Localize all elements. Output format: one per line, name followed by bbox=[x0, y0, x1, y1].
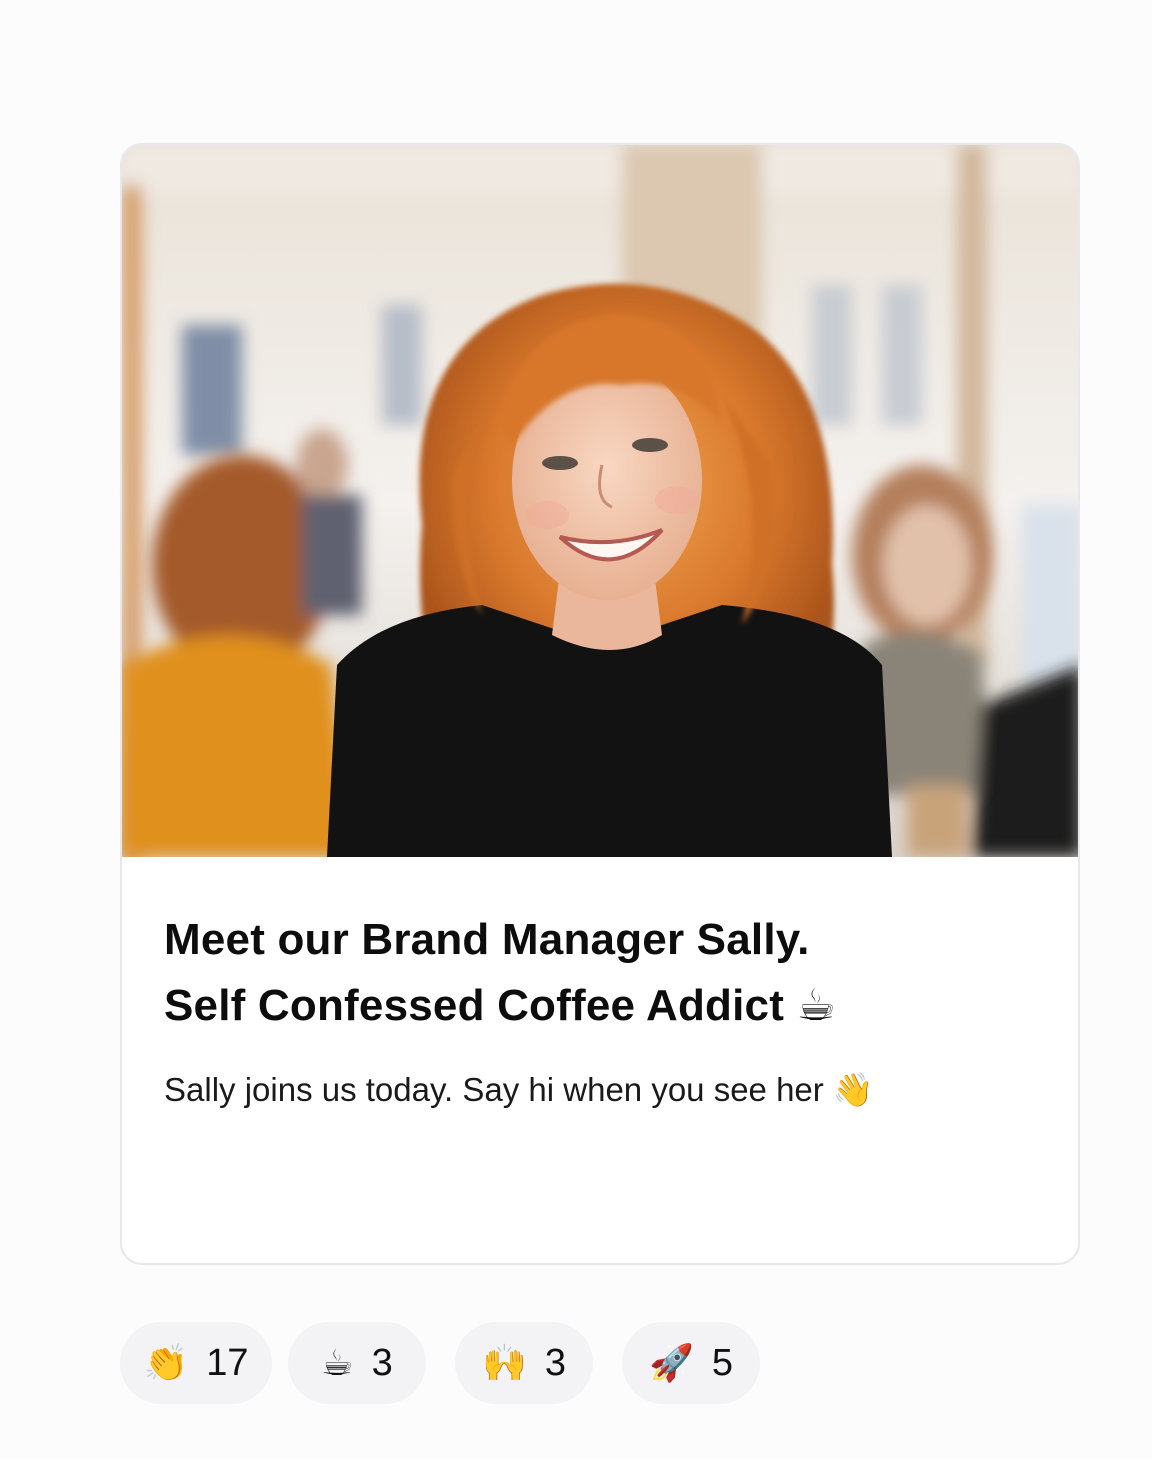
reaction-raising-hands-button[interactable]: 🙌 3 bbox=[455, 1322, 593, 1404]
reaction-rocket-button[interactable]: 🚀 5 bbox=[622, 1322, 760, 1404]
clapping-hands-icon: 👏 bbox=[143, 1342, 189, 1383]
reaction-count: 17 bbox=[206, 1341, 249, 1384]
reaction-count: 3 bbox=[371, 1341, 393, 1384]
cafe-portrait-image bbox=[122, 145, 1078, 857]
reaction-count: 5 bbox=[711, 1341, 733, 1384]
post-card: Meet our Brand Manager Sally. Self Confe… bbox=[120, 143, 1080, 1265]
post-description: Sally joins us today. Say hi when you se… bbox=[164, 1071, 875, 1108]
rocket-icon: 🚀 bbox=[649, 1342, 694, 1383]
reaction-coffee-button[interactable]: ☕ 3 bbox=[288, 1322, 426, 1404]
post-title-line-1: Meet our Brand Manager Sally. bbox=[164, 915, 810, 964]
coffee-icon: ☕ bbox=[321, 1342, 354, 1383]
reaction-count: 3 bbox=[544, 1341, 566, 1384]
post-photo bbox=[122, 145, 1078, 857]
reaction-clap-button[interactable]: 👏 17 bbox=[120, 1322, 272, 1404]
post-title: Meet our Brand Manager Sally. Self Confe… bbox=[164, 907, 1044, 1039]
post-content: Meet our Brand Manager Sally. Self Confe… bbox=[164, 907, 1044, 1113]
post-title-line-2: Self Confessed Coffee Addict ☕ bbox=[164, 981, 837, 1030]
raising-hands-icon: 🙌 bbox=[482, 1342, 527, 1383]
